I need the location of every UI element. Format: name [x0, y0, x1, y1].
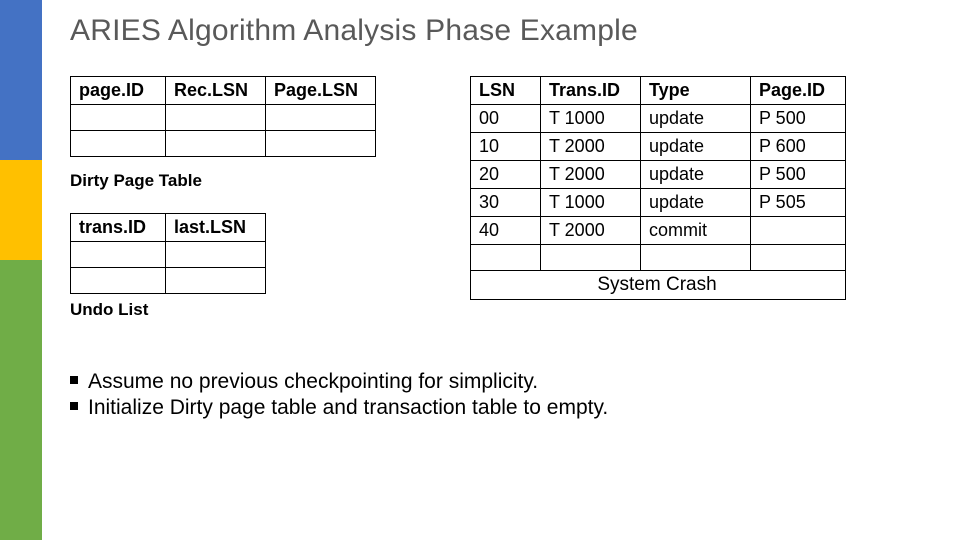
cell: [71, 268, 166, 294]
cell: commit: [641, 217, 751, 245]
bullet-square-icon: [70, 376, 78, 384]
col-header: LSN: [471, 77, 541, 105]
cell: update: [641, 105, 751, 133]
sidebar-segment-green: [0, 260, 42, 540]
cell: 00: [471, 105, 541, 133]
cell: [71, 131, 166, 157]
cell: 30: [471, 189, 541, 217]
table-row: 00 T 1000 update P 500: [471, 105, 846, 133]
cell: [751, 245, 846, 271]
slide-content: ARIES Algorithm Analysis Phase Example p…: [42, 0, 960, 540]
dirty-page-table: page.ID Rec.LSN Page.LSN: [70, 76, 376, 157]
slide-title: ARIES Algorithm Analysis Phase Example: [70, 14, 932, 48]
undo-list-caption: Undo List: [70, 300, 410, 320]
table-header-row: page.ID Rec.LSN Page.LSN: [71, 77, 376, 105]
cell: [266, 105, 376, 131]
bullet-square-icon: [70, 402, 78, 410]
col-header: Trans.ID: [541, 77, 641, 105]
table-row: [71, 268, 266, 294]
cell: update: [641, 133, 751, 161]
cell: T 1000: [541, 189, 641, 217]
cell: P 600: [751, 133, 846, 161]
table-row: [71, 131, 376, 157]
table-row: [71, 105, 376, 131]
cell: [166, 131, 266, 157]
color-sidebar: [0, 0, 42, 540]
cell: P 500: [751, 105, 846, 133]
cell: T 2000: [541, 217, 641, 245]
right-column: LSN Trans.ID Type Page.ID 00 T 1000 upda…: [470, 76, 932, 300]
cell: [471, 245, 541, 271]
system-crash-label: System Crash: [471, 271, 846, 300]
cell: [751, 217, 846, 245]
col-header: Type: [641, 77, 751, 105]
cell: [266, 131, 376, 157]
bullet-item: Initialize Dirty page table and transact…: [70, 396, 932, 420]
cell: 20: [471, 161, 541, 189]
table-header-row: trans.ID last.LSN: [71, 214, 266, 242]
cell: P 505: [751, 189, 846, 217]
col-header: Page.LSN: [266, 77, 376, 105]
cell: T 2000: [541, 133, 641, 161]
cell: [541, 245, 641, 271]
table-row: 10 T 2000 update P 600: [471, 133, 846, 161]
col-header: Page.ID: [751, 77, 846, 105]
cell: [71, 105, 166, 131]
bullet-item: Assume no previous checkpointing for sim…: [70, 370, 932, 394]
col-header: Rec.LSN: [166, 77, 266, 105]
dirty-page-table-caption: Dirty Page Table: [70, 171, 410, 191]
bullet-text: Initialize Dirty page table and transact…: [88, 396, 608, 419]
table-row: 30 T 1000 update P 505: [471, 189, 846, 217]
cell: update: [641, 189, 751, 217]
cell: [71, 242, 166, 268]
cell: [166, 242, 266, 268]
log-table: LSN Trans.ID Type Page.ID 00 T 1000 upda…: [470, 76, 846, 300]
table-header-row: LSN Trans.ID Type Page.ID: [471, 77, 846, 105]
bullet-text: Assume no previous checkpointing for sim…: [88, 370, 538, 393]
cell: [166, 268, 266, 294]
cell: T 1000: [541, 105, 641, 133]
table-row: 20 T 2000 update P 500: [471, 161, 846, 189]
cell: P 500: [751, 161, 846, 189]
cell: T 2000: [541, 161, 641, 189]
col-header: page.ID: [71, 77, 166, 105]
columns: page.ID Rec.LSN Page.LSN Dirty Page Tabl…: [70, 76, 932, 342]
sidebar-segment-blue: [0, 0, 42, 160]
cell: 10: [471, 133, 541, 161]
cell: [641, 245, 751, 271]
col-header: last.LSN: [166, 214, 266, 242]
system-crash-row: System Crash: [471, 271, 846, 300]
undo-list-table: trans.ID last.LSN: [70, 213, 266, 294]
cell: update: [641, 161, 751, 189]
cell: 40: [471, 217, 541, 245]
bullet-list: Assume no previous checkpointing for sim…: [70, 370, 932, 420]
sidebar-segment-yellow: [0, 160, 42, 260]
table-row: [471, 245, 846, 271]
cell: [166, 105, 266, 131]
table-row: 40 T 2000 commit: [471, 217, 846, 245]
table-row: [71, 242, 266, 268]
col-header: trans.ID: [71, 214, 166, 242]
left-column: page.ID Rec.LSN Page.LSN Dirty Page Tabl…: [70, 76, 410, 342]
